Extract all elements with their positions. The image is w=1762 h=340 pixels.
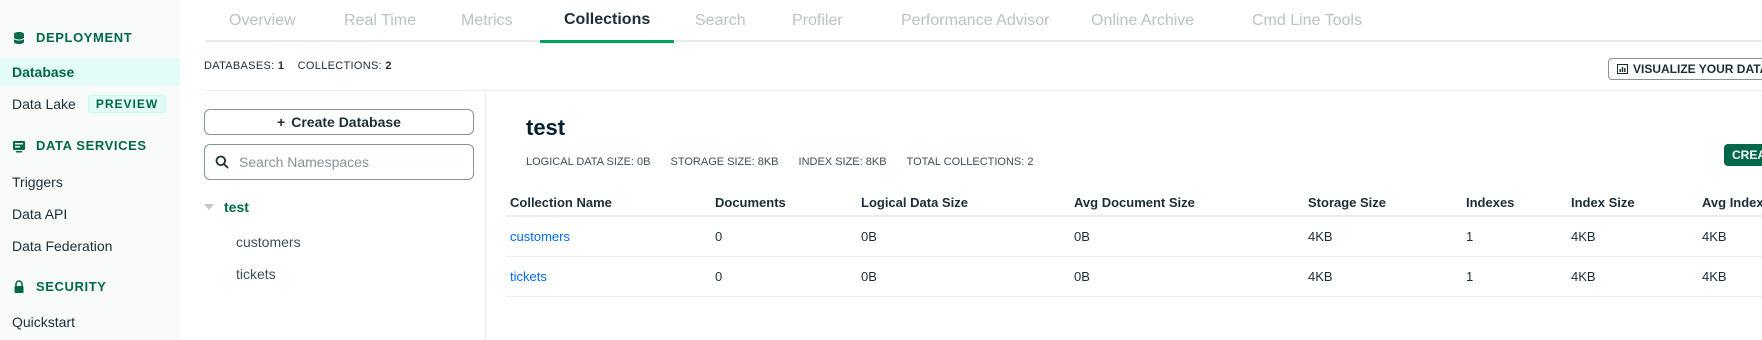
index-size: INDEX SIZE: 8KB <box>798 156 887 168</box>
lock-icon <box>14 279 24 293</box>
sidebar-section-label: DEPLOYMENT <box>36 30 133 45</box>
sidebar-item-data-api[interactable]: Data API <box>0 200 180 228</box>
databases-label: DATABASES: <box>204 60 275 72</box>
namespace-search[interactable] <box>204 144 474 180</box>
bar-chart-icon <box>1617 64 1628 74</box>
column-header[interactable]: Index Size <box>1567 190 1698 217</box>
caret-down-icon[interactable] <box>204 204 214 210</box>
tab-cmd-line-tools[interactable]: Cmd Line Tools <box>1228 0 1386 42</box>
tab-performance-advisor[interactable]: Performance Advisor <box>877 0 1074 42</box>
database-title: test <box>526 115 566 140</box>
sidebar-item-label: Quickstart <box>12 314 76 330</box>
tab-real-time[interactable]: Real Time <box>320 0 440 42</box>
table-cell: 4KB <box>1698 256 1762 297</box>
column-header[interactable]: Indexes <box>1462 190 1567 217</box>
table-cell: 0 <box>711 216 857 257</box>
column-header[interactable]: Avg Document Size <box>1070 190 1304 217</box>
tab-overview[interactable]: Overview <box>205 0 320 42</box>
sidebar-section-data-services: DATA SERVICES <box>12 138 147 153</box>
preview-badge: PREVIEW <box>87 95 167 113</box>
collections-count: 2 <box>385 60 392 72</box>
collections-label: COLLECTIONS: <box>297 60 382 72</box>
table-header-row: Collection Name Documents Logical Data S… <box>506 190 1762 217</box>
database-icon <box>13 31 25 44</box>
tab-online-archive[interactable]: Online Archive <box>1067 0 1218 42</box>
sidebar-item-label: Triggers <box>12 174 63 190</box>
sidebar-section-label: DATA SERVICES <box>36 138 147 153</box>
create-database-button[interactable]: + Create Database <box>204 109 474 135</box>
databases-count: 1 <box>277 60 285 72</box>
sidebar-item-label: Data Federation <box>12 238 113 254</box>
table-cell: 0B <box>857 256 1070 297</box>
tree-database-test[interactable]: test <box>204 199 249 215</box>
divider <box>204 90 1762 91</box>
sidebar-item-quickstart[interactable]: Quickstart <box>0 308 180 336</box>
sidebar-item-data-lake[interactable]: Data Lake PREVIEW <box>0 90 180 118</box>
namespace-summary: DATABASES: 1 COLLECTIONS: 2 <box>204 60 392 72</box>
sidebar-item-triggers[interactable]: Triggers <box>0 168 180 196</box>
table-cell: 4KB <box>1698 216 1762 257</box>
sidebar-item-label: Database <box>12 64 75 80</box>
tab-collections[interactable]: Collections <box>540 0 675 43</box>
sidebar-section-deployment: DEPLOYMENT <box>12 30 132 45</box>
table-cell: 4KB <box>1567 256 1698 297</box>
panel-divider <box>485 91 486 340</box>
tab-profiler[interactable]: Profiler <box>768 0 867 42</box>
table-cell: 0B <box>1070 256 1304 297</box>
search-icon <box>215 155 229 169</box>
table-cell: 4KB <box>1567 216 1698 257</box>
table-cell: 4KB <box>1304 256 1462 297</box>
tab-metrics[interactable]: Metrics <box>437 0 537 42</box>
visualize-data-button[interactable]: VISUALIZE YOUR DATA <box>1608 58 1762 80</box>
logical-data-size: LOGICAL DATA SIZE: 0B <box>526 156 651 168</box>
tab-bar: Overview Real Time Metrics Collections S… <box>205 0 1762 43</box>
column-header[interactable]: Avg Index Size <box>1698 190 1762 217</box>
tree-collection-customers[interactable]: customers <box>236 234 301 250</box>
sidebar-item-label: Data Lake <box>12 96 76 112</box>
column-header[interactable]: Storage Size <box>1304 190 1462 217</box>
table-cell: 0B <box>1070 216 1304 257</box>
column-header[interactable]: Logical Data Size <box>857 190 1070 217</box>
sidebar: DEPLOYMENT Database Data Lake PREVIEW DA… <box>0 0 180 340</box>
database-stats: LOGICAL DATA SIZE: 0B STORAGE SIZE: 8KB … <box>526 156 1034 168</box>
tab-search[interactable]: Search <box>671 0 770 42</box>
sidebar-item-data-federation[interactable]: Data Federation <box>0 232 180 260</box>
table-cell: 1 <box>1462 216 1567 257</box>
table-cell: 0 <box>711 256 857 297</box>
visualize-data-label: VISUALIZE YOUR DATA <box>1633 62 1762 76</box>
table-row: customers 0 0B 0B 4KB 1 4KB 4KB <box>506 216 1762 257</box>
table-row: tickets 0 0B 0B 4KB 1 4KB 4KB <box>506 256 1762 297</box>
search-input[interactable] <box>239 154 459 170</box>
storage-size: STORAGE SIZE: 8KB <box>670 156 779 168</box>
sidebar-section-security: SECURITY <box>12 279 107 294</box>
collection-link[interactable]: customers <box>506 216 711 257</box>
create-database-label: Create Database <box>291 114 401 130</box>
sidebar-item-label: Data API <box>12 206 68 222</box>
column-header[interactable]: Collection Name <box>506 190 711 217</box>
plus-icon: + <box>277 114 286 130</box>
collections-table: Collection Name Documents Logical Data S… <box>506 190 1762 297</box>
table-cell: 4KB <box>1304 216 1462 257</box>
table-cell: 0B <box>857 216 1070 257</box>
total-collections: TOTAL COLLECTIONS: 2 <box>906 156 1034 168</box>
tree-collection-tickets[interactable]: tickets <box>236 266 276 282</box>
table-cell: 1 <box>1462 256 1567 297</box>
column-header[interactable]: Documents <box>711 190 857 217</box>
data-services-icon <box>13 140 25 152</box>
collection-link[interactable]: tickets <box>506 256 711 297</box>
sidebar-item-database[interactable]: Database <box>0 58 180 86</box>
tree-database-label: test <box>224 199 249 215</box>
sidebar-section-label: SECURITY <box>36 279 107 294</box>
create-collection-button[interactable]: CREATE <box>1724 144 1762 166</box>
